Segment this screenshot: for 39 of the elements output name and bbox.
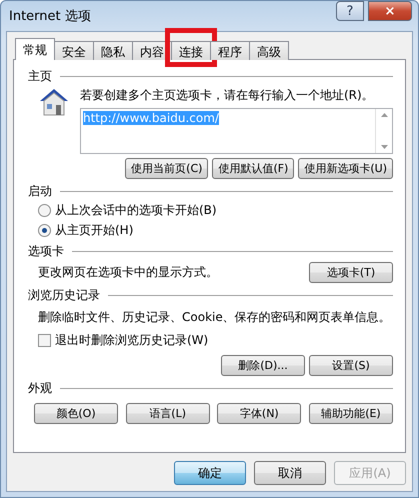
dialog-button[interactable]: 确定 xyxy=(174,461,246,485)
tab[interactable]: 隐私 xyxy=(93,41,133,60)
scroll-down-icon[interactable] xyxy=(380,145,388,149)
checkbox-label[interactable]: 退出时删除浏览历史记录(W) xyxy=(55,332,208,349)
house-icon xyxy=(38,87,70,117)
tabs-button[interactable]: 选项卡(T) xyxy=(309,262,393,283)
checkbox[interactable] xyxy=(38,334,51,347)
home-page-button[interactable]: 使用当前页(C) xyxy=(125,158,208,179)
tab[interactable]: 连接 xyxy=(171,41,211,60)
tab[interactable]: 安全 xyxy=(54,41,94,60)
tab[interactable]: 高级 xyxy=(249,41,289,60)
close-button[interactable]: × xyxy=(368,1,412,21)
tab[interactable]: 常规 xyxy=(15,38,55,60)
section-heading: 主页 xyxy=(28,68,52,85)
instruction-text: 若要创建多个主页选项卡，请在每行输入一个地址(R)。 xyxy=(80,87,375,104)
dialog-button[interactable]: 取消 xyxy=(254,461,326,485)
window-title: Internet 选项 xyxy=(9,8,92,25)
home-page-button[interactable]: 使用默认值(F) xyxy=(212,158,294,179)
radio-button[interactable] xyxy=(38,204,51,217)
home-page-button[interactable]: 使用新选项卡(U) xyxy=(298,158,393,179)
address-text: http://www.baidu.com/ xyxy=(83,111,219,125)
appearance-button[interactable]: 辅助功能(E) xyxy=(308,403,393,424)
appearance-button[interactable]: 颜色(O) xyxy=(34,403,118,424)
section-heading: 外观 xyxy=(28,380,52,397)
help-button[interactable]: ? xyxy=(336,1,364,21)
history-button[interactable]: 删除(D)... xyxy=(221,355,305,376)
section-heading: 启动 xyxy=(28,183,52,200)
tab[interactable]: 程序 xyxy=(210,41,250,60)
radio-button[interactable] xyxy=(38,224,51,237)
scroll-up-icon[interactable] xyxy=(380,113,388,117)
appearance-button[interactable]: 语言(L) xyxy=(126,403,210,424)
description-text: 更改网页在选项卡中的显示方式。 xyxy=(38,264,218,281)
description-text: 删除临时文件、历史记录、Cookie、保存的密码和网页表单信息。 xyxy=(38,310,391,324)
radio-label[interactable]: 从主页开始(H) xyxy=(55,222,134,239)
history-button[interactable]: 设置(S) xyxy=(309,355,393,376)
section-heading: 浏览历史记录 xyxy=(28,287,100,304)
radio-label[interactable]: 从上次会话中的选项卡开始(B) xyxy=(55,202,217,219)
appearance-button[interactable]: 字体(N) xyxy=(217,403,302,424)
section-heading: 选项卡 xyxy=(28,243,64,260)
